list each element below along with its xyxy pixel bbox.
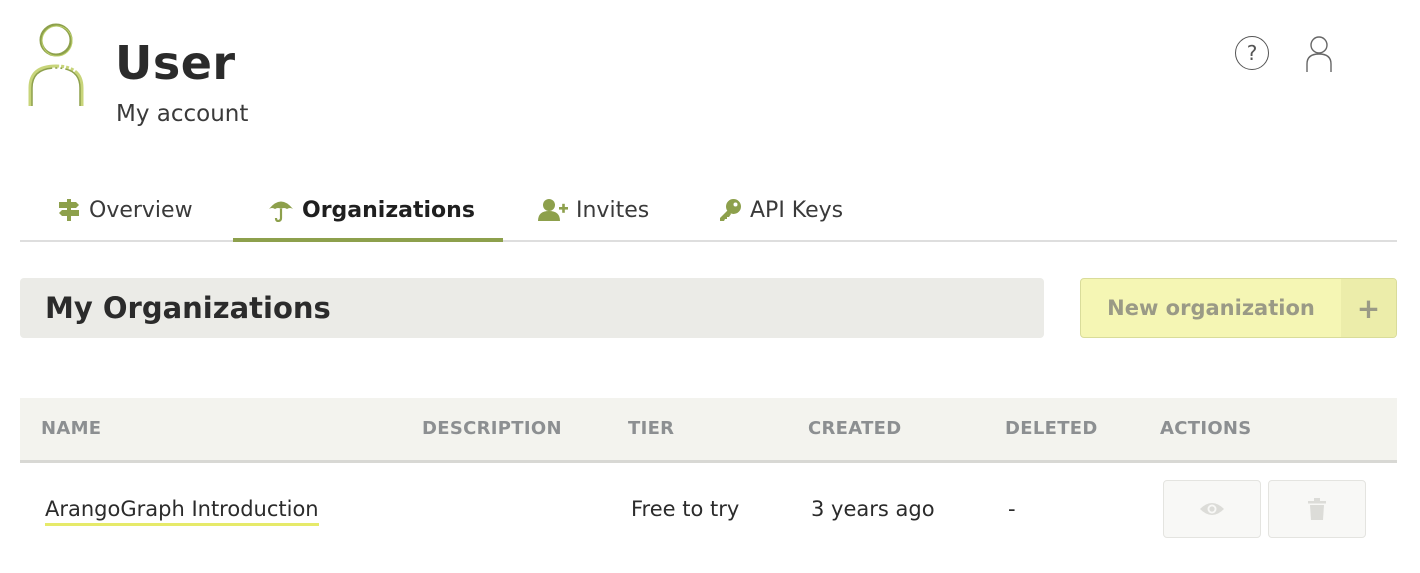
column-header-tier: TIER <box>628 418 675 439</box>
organization-name-link[interactable]: ArangoGraph Introduction <box>45 497 319 526</box>
section-header: My Organizations <box>20 278 1044 338</box>
user-menu-icon[interactable] <box>1302 34 1336 74</box>
tab-invites-label: Invites <box>576 197 650 223</box>
tab-organizations[interactable]: Organizations <box>268 180 475 240</box>
delete-organization-button[interactable] <box>1268 480 1366 538</box>
tab-overview-label: Overview <box>89 197 193 223</box>
plus-icon: + <box>1341 279 1396 337</box>
column-header-deleted: DELETED <box>1005 418 1098 439</box>
tab-organizations-label: Organizations <box>302 197 475 223</box>
organization-created: 3 years ago <box>811 497 935 521</box>
organization-deleted: - <box>1008 497 1016 521</box>
umbrella-icon <box>269 201 293 222</box>
table-header: NAME DESCRIPTION TIER CREATED DELETED AC… <box>20 398 1397 463</box>
section-title: My Organizations <box>45 291 331 325</box>
tab-bar: Overview Organizations Invites API Keys <box>20 180 1397 242</box>
column-header-actions: ACTIONS <box>1160 418 1252 439</box>
page-title: User <box>115 36 236 90</box>
tab-api-keys[interactable]: API Keys <box>718 180 843 240</box>
eye-icon <box>1200 503 1224 515</box>
trash-icon <box>1308 498 1326 520</box>
column-header-description: DESCRIPTION <box>422 418 562 439</box>
help-icon[interactable]: ? <box>1235 36 1269 70</box>
organization-tier: Free to try <box>631 497 740 521</box>
key-icon <box>720 199 741 221</box>
new-organization-label: New organization <box>1107 296 1315 320</box>
help-glyph: ? <box>1246 41 1258 65</box>
column-header-created: CREATED <box>808 418 902 439</box>
tab-overview[interactable]: Overview <box>57 180 193 240</box>
new-organization-button[interactable]: New organization + <box>1080 278 1397 338</box>
tab-invites[interactable]: Invites <box>538 180 649 240</box>
tab-api-keys-label: API Keys <box>750 197 844 223</box>
page: User My account ? Overview Organizations <box>0 0 1420 573</box>
active-tab-indicator <box>233 238 503 242</box>
signpost-icon <box>59 199 79 221</box>
page-subtitle: My account <box>116 101 249 127</box>
table-row: ArangoGraph Introduction Free to try 3 y… <box>20 463 1397 563</box>
view-organization-button[interactable] <box>1163 480 1261 538</box>
user-avatar-icon <box>28 23 84 106</box>
user-plus-icon <box>538 199 568 221</box>
column-header-name: NAME <box>41 418 102 439</box>
